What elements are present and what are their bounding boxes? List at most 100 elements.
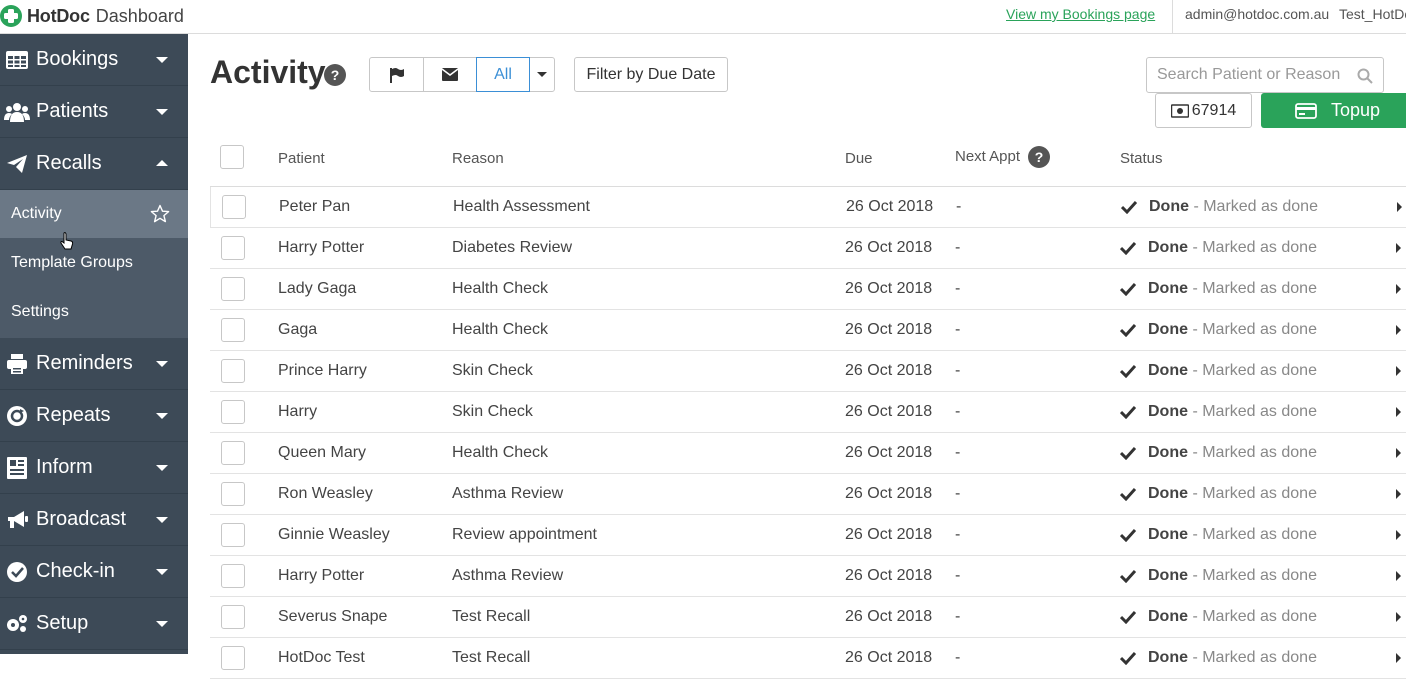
status-cell: Done - Marked as done [1120,526,1317,544]
user-email[interactable]: admin@hotdoc.com.au [1185,6,1329,22]
star-icon[interactable] [150,204,170,224]
sidebar-item-reminders[interactable]: Reminders [0,338,188,390]
expand-arrow-icon[interactable] [1397,202,1402,212]
expand-arrow-icon[interactable] [1396,653,1401,663]
expand-arrow-icon[interactable] [1396,489,1401,499]
row-checkbox[interactable] [221,236,245,260]
column-header-patient[interactable]: Patient [278,150,325,167]
patient-name[interactable]: Harry [278,403,317,421]
brand-name: HotDoc [27,5,90,26]
status-note: - Marked as done [1192,485,1317,502]
row-checkbox[interactable] [221,277,245,301]
column-header-reason[interactable]: Reason [452,150,504,167]
patient-name[interactable]: Queen Mary [278,444,366,462]
sidebar-item-label: Check-in [36,560,115,582]
sms-credit-badge[interactable]: 67914 [1155,93,1252,128]
row-checkbox[interactable] [221,441,245,465]
sidebar-item-patients[interactable]: Patients [0,86,188,138]
table-row[interactable]: Harry Potter Asthma Review 26 Oct 2018 - Don… [210,556,1406,597]
sidebar-item-label: Bookings [36,48,119,70]
table-row[interactable]: Ginnie Weasley Review appointment 26 Oct 2… [210,515,1406,556]
column-header-next-appt[interactable]: Next Appt [955,148,1020,165]
topup-button[interactable]: Topup [1261,93,1406,128]
search-icon[interactable] [1357,68,1373,84]
sidebar-item-setup[interactable]: Setup [0,598,188,650]
brand[interactable]: HotDoc Dashboard [0,4,184,28]
table-row[interactable]: Lady Gaga Health Check 26 Oct 2018 - Done - … [210,269,1406,310]
row-checkbox[interactable] [221,482,245,506]
sidebar-subitem-settings[interactable]: Settings [0,288,188,336]
expand-arrow-icon[interactable] [1396,325,1401,335]
patient-name[interactable]: Gaga [278,321,317,339]
help-icon[interactable]: ? [324,64,346,86]
patient-name[interactable]: Lady Gaga [278,280,356,298]
patient-name[interactable]: Peter Pan [279,198,350,216]
table-row[interactable]: Peter Pan Health Assessment 26 Oct 2018 - Do… [210,187,1406,228]
view-bookings-link[interactable]: View my Bookings page [1006,6,1155,22]
column-header-status[interactable]: Status [1120,150,1163,167]
expand-arrow-icon[interactable] [1396,530,1401,540]
help-icon[interactable]: ? [1028,146,1050,168]
sidebar-item-recalls[interactable]: Recalls [0,138,188,190]
email-filter-button[interactable] [423,57,477,92]
row-checkbox[interactable] [221,564,245,588]
patient-name[interactable]: Ginnie Weasley [278,526,390,544]
table-row[interactable]: Ron Weasley Asthma Review 26 Oct 2018 - Done… [210,474,1406,515]
expand-arrow-icon[interactable] [1396,284,1401,294]
sidebar-item-broadcast[interactable]: Broadcast [0,494,188,546]
row-checkbox[interactable] [221,523,245,547]
flag-filter-button[interactable] [369,57,424,92]
printer-icon [4,353,30,375]
row-checkbox[interactable] [221,318,245,342]
org-name[interactable]: Test_HotDoc [1339,6,1406,22]
table-row[interactable]: Severus Snape Test Recall 26 Oct 2018 - Done… [210,597,1406,638]
sidebar-subitem-template-groups[interactable]: Template Groups [0,239,188,287]
patient-name[interactable]: Prince Harry [278,362,367,380]
expand-arrow-icon[interactable] [1396,243,1401,253]
patient-name[interactable]: Harry Potter [278,239,364,257]
table-row[interactable]: HotDoc Test Test Recall 26 Oct 2018 - Done -… [210,638,1406,679]
table-row[interactable]: Harry Potter Diabetes Review 26 Oct 2018 - D… [210,228,1406,269]
patient-name[interactable]: HotDoc Test [278,649,365,667]
recall-reason: Skin Check [452,362,533,379]
next-appt: - [955,280,961,297]
row-checkbox[interactable] [221,605,245,629]
sidebar-item-check-in[interactable]: Check-in [0,546,188,598]
row-checkbox[interactable] [221,400,245,424]
select-all-checkbox[interactable] [220,145,244,169]
table-row[interactable]: Queen Mary Health Check 26 Oct 2018 - Done -… [210,433,1406,474]
filter-dropdown-toggle[interactable] [529,57,555,92]
sidebar-subitem-activity[interactable]: Activity [0,190,188,238]
checkmark-icon [1121,200,1137,214]
column-header-due[interactable]: Due [845,150,873,167]
status-note: - Marked as done [1192,608,1317,625]
patient-name[interactable]: Ron Weasley [278,485,373,503]
expand-arrow-icon[interactable] [1396,612,1401,622]
search-input[interactable] [1147,58,1347,92]
sidebar-item-bookings[interactable]: Bookings [0,34,188,86]
expand-arrow-icon[interactable] [1396,407,1401,417]
row-checkbox[interactable] [221,359,245,383]
table-row[interactable]: Prince Harry Skin Check 26 Oct 2018 - Done -… [210,351,1406,392]
filter-by-due-date-button[interactable]: Filter by Due Date [574,57,728,92]
gears-icon [4,613,30,635]
sidebar-item-inform[interactable]: Inform [0,442,188,494]
checkmark-icon [1120,405,1136,419]
expand-arrow-icon[interactable] [1396,571,1401,581]
users-icon [4,101,30,123]
all-filter-button[interactable]: All [476,57,530,92]
row-checkbox[interactable] [222,195,246,219]
sidebar-item-repeats[interactable]: Repeats [0,390,188,442]
expand-arrow-icon[interactable] [1396,448,1401,458]
patient-name[interactable]: Severus Snape [278,608,387,626]
subitem-label: Activity [11,205,62,222]
table-row[interactable]: Gaga Health Check 26 Oct 2018 - Done - Marke… [210,310,1406,351]
sidebar-item-label: Reminders [36,352,133,374]
patient-name[interactable]: Harry Potter [278,567,364,585]
status-cell: Done - Marked as done [1120,649,1317,667]
row-checkbox[interactable] [221,646,245,670]
table-row[interactable]: Harry Skin Check 26 Oct 2018 - Done - Marked… [210,392,1406,433]
due-date: 26 Oct 2018 [845,567,933,584]
mouse-pointer-icon [60,232,74,250]
expand-arrow-icon[interactable] [1396,366,1401,376]
